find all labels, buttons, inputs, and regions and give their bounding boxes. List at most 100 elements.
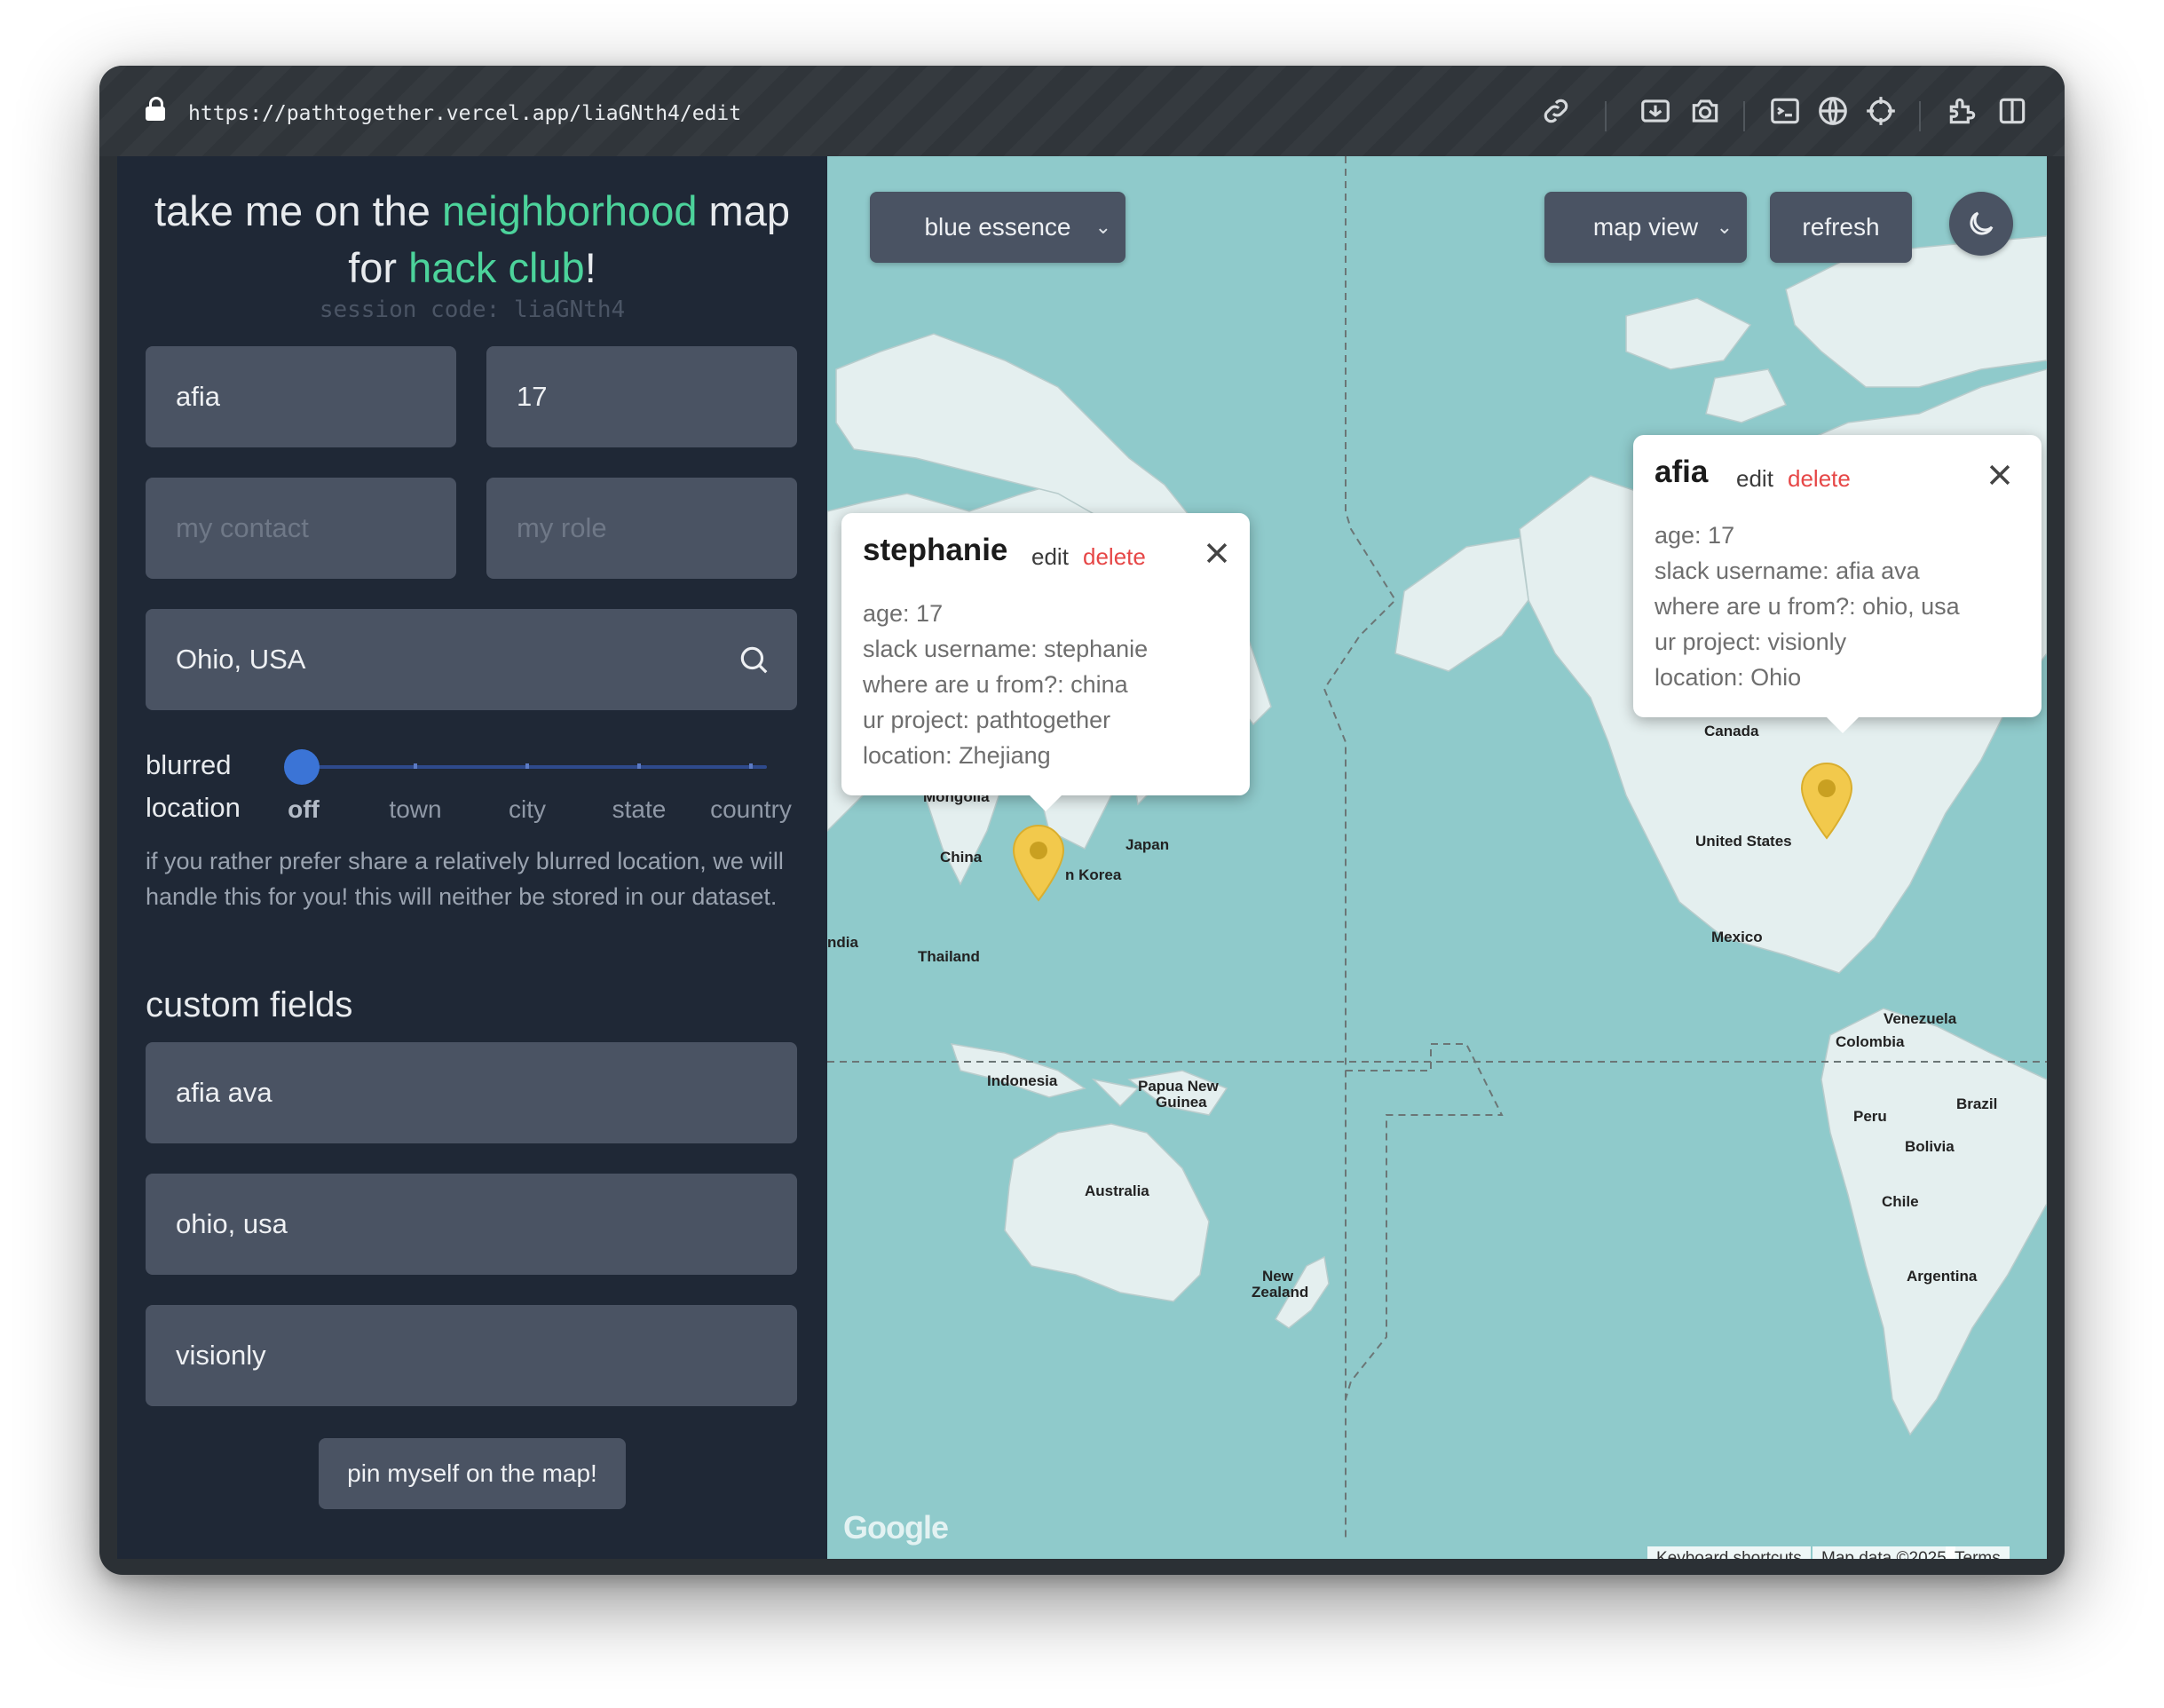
location-search-input[interactable]: Ohio, USA xyxy=(146,609,797,710)
theme-toggle-button[interactable] xyxy=(1949,192,2013,256)
alaska-landmass xyxy=(1394,537,1529,672)
blur-label-line2: location xyxy=(146,792,241,823)
popup-project: ur project: pathtogether xyxy=(863,707,1111,733)
title-text: take me on the xyxy=(154,187,442,234)
chevron-down-icon: ⌄ xyxy=(1716,216,1733,238)
date-line xyxy=(1323,156,1397,1541)
close-icon[interactable] xyxy=(1202,538,1232,568)
title-text: ! xyxy=(584,244,596,291)
crosshair-icon[interactable] xyxy=(1864,94,1898,128)
sidebar-icon[interactable] xyxy=(1995,94,2029,128)
keyboard-shortcuts-link[interactable]: Keyboard shortcuts xyxy=(1647,1546,1811,1559)
screenshot-icon[interactable] xyxy=(1639,94,1672,128)
map-label-mexico: Mexico xyxy=(1711,929,1763,945)
map-label-peru: Peru xyxy=(1853,1108,1887,1125)
map-view-select[interactable]: map view ⌄ xyxy=(1544,192,1747,263)
session-code: session code: liaGNth4 xyxy=(319,297,626,323)
moon-icon xyxy=(1970,211,1994,235)
map-label-png: Guinea xyxy=(1156,1094,1207,1111)
map-theme-value: blue essence xyxy=(924,213,1071,241)
camera-icon[interactable] xyxy=(1688,94,1722,128)
map-label-argentina: Argentina xyxy=(1907,1268,1978,1285)
page-title: take me on the neighborhood map for hack… xyxy=(117,183,827,297)
map-label-china: China xyxy=(940,849,983,866)
blur-stop-town[interactable]: town xyxy=(353,795,478,824)
link-icon[interactable] xyxy=(1539,94,1573,128)
australia-landmass xyxy=(1004,1123,1210,1302)
info-popup-stephanie: .p1:after{left:212px} stephanie edit del… xyxy=(841,513,1250,811)
page-content: take me on the neighborhood map for hack… xyxy=(117,156,2047,1559)
map-label-png: Papua New xyxy=(1138,1078,1219,1095)
popup-delete-link[interactable]: delete xyxy=(1788,465,1851,493)
title-highlight-neighborhood: neighborhood xyxy=(441,187,698,234)
close-icon[interactable] xyxy=(1985,460,2015,490)
role-input[interactable]: my role xyxy=(486,478,797,579)
map-label-venezuela: Venezuela xyxy=(1884,1010,1957,1027)
map-label-thailand: Thailand xyxy=(918,948,980,965)
toolbar-divider xyxy=(1743,101,1745,131)
blur-stop-city[interactable]: city xyxy=(465,795,589,824)
map-label-india: ndia xyxy=(827,934,858,951)
browser-window: https://pathtogether.vercel.app/liaGNth4… xyxy=(99,66,2065,1575)
map-label-chile: Chile xyxy=(1882,1193,1919,1210)
blur-label: blurred location xyxy=(146,744,241,829)
address-bar[interactable]: https://pathtogether.vercel.app/liaGNth4… xyxy=(188,96,741,131)
contact-input[interactable]: my contact xyxy=(146,478,456,579)
popup-from: where are u from?: ohio, usa xyxy=(1655,593,1960,620)
map-theme-select[interactable]: blue essence ⌄ xyxy=(870,192,1125,263)
map-label-japan: Japan xyxy=(1125,836,1170,853)
map-label-korea: n Korea xyxy=(1065,866,1122,883)
blur-stop-state[interactable]: state xyxy=(577,795,701,824)
toolbar-divider xyxy=(1919,101,1921,131)
form-panel: take me on the neighborhood map for hack… xyxy=(117,156,827,1559)
map-label-brazil: Brazil xyxy=(1956,1095,1998,1112)
popup-edit-link[interactable]: edit xyxy=(1031,543,1069,571)
blur-stop-country[interactable]: country xyxy=(689,795,813,824)
custom-fields-heading: custom fields xyxy=(146,985,353,1024)
map-label-colombia: Colombia xyxy=(1836,1033,1905,1050)
map-pin-stephanie[interactable] xyxy=(1010,822,1067,902)
map-label-indonesia: Indonesia xyxy=(987,1072,1058,1089)
popup-location: location: Zhejiang xyxy=(863,742,1051,769)
toolbar-divider xyxy=(1605,101,1607,131)
pin-myself-button[interactable]: pin myself on the map! xyxy=(319,1438,626,1509)
globe-icon[interactable] xyxy=(1816,94,1850,128)
popup-age: age: 17 xyxy=(1655,522,1735,549)
popup-name: afia xyxy=(1655,455,1709,489)
terminal-icon[interactable] xyxy=(1768,94,1802,128)
blur-stop-off[interactable]: off xyxy=(241,795,366,824)
map-data-attribution: Map data ©2025 xyxy=(1813,1546,1955,1559)
google-logo[interactable]: Google xyxy=(843,1509,949,1546)
popup-delete-link[interactable]: delete xyxy=(1083,543,1146,571)
popup-slack: slack username: stephanie xyxy=(863,636,1149,662)
map-label-new-zealand: Zealand xyxy=(1252,1284,1309,1301)
slider-tick xyxy=(637,763,641,769)
browser-toolbar: https://pathtogether.vercel.app/liaGNth4… xyxy=(99,66,2065,156)
map-view[interactable]: blue essence ⌄ map view ⌄ refresh Mongol… xyxy=(827,156,2047,1559)
custom-field-slack[interactable]: afia ava xyxy=(146,1042,797,1143)
map-pin-afia[interactable] xyxy=(1798,760,1855,840)
popup-edit-link[interactable]: edit xyxy=(1736,465,1773,493)
extensions-icon[interactable] xyxy=(1946,94,1979,128)
age-input[interactable]: 17 xyxy=(486,346,797,447)
canada-arctic-islands xyxy=(1625,297,1788,423)
custom-field-from[interactable]: ohio, usa xyxy=(146,1174,797,1275)
lock-icon xyxy=(146,97,165,121)
blur-slider-thumb[interactable] xyxy=(284,749,320,785)
popup-age: age: 17 xyxy=(863,600,944,627)
title-text: for xyxy=(348,244,409,291)
custom-field-project[interactable]: visionly xyxy=(146,1305,797,1406)
kiribati-boundary xyxy=(1345,1043,1504,1400)
location-value: Ohio, USA xyxy=(176,644,306,675)
blur-slider-track[interactable] xyxy=(305,765,767,769)
slider-tick xyxy=(525,763,529,769)
terms-link[interactable]: Terms xyxy=(1946,1546,2010,1559)
chevron-down-icon: ⌄ xyxy=(1094,216,1111,238)
slider-tick xyxy=(749,763,753,769)
name-input[interactable]: afia xyxy=(146,346,456,447)
map-view-value: map view xyxy=(1592,213,1699,241)
slider-tick xyxy=(414,763,417,769)
search-icon[interactable] xyxy=(737,643,770,676)
refresh-button[interactable]: refresh xyxy=(1770,192,1912,263)
map-label-australia: Australia xyxy=(1085,1182,1149,1199)
